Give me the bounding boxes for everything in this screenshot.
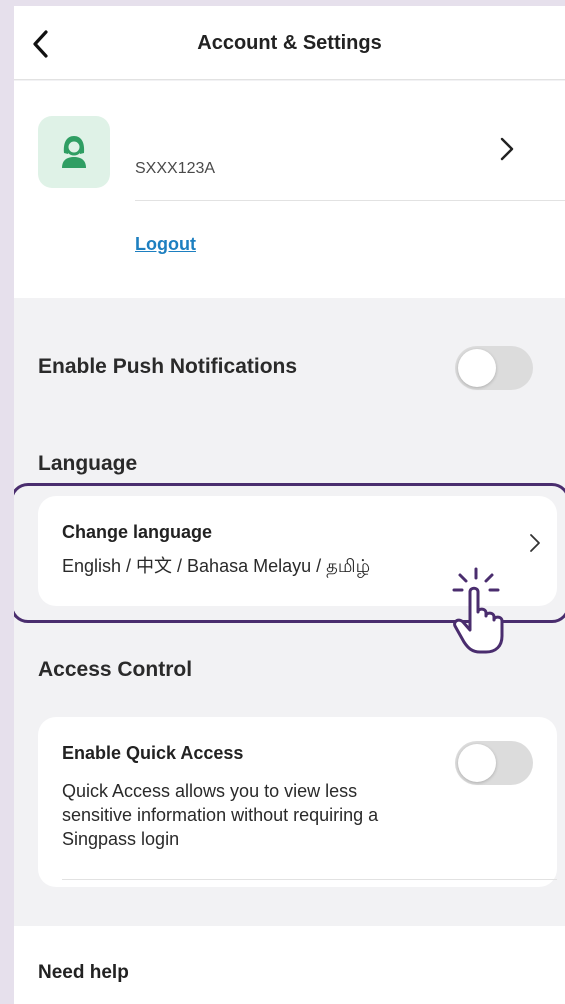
toggle-knob <box>458 349 496 387</box>
access-control-heading: Access Control <box>38 658 193 681</box>
logout-link[interactable]: Logout <box>135 234 196 255</box>
person-icon <box>62 136 86 168</box>
quick-access-toggle[interactable] <box>455 741 533 785</box>
change-language-title: Change language <box>62 522 213 542</box>
quick-access-title: Enable Quick Access <box>62 743 244 763</box>
settings-screen: Account & Settings SXXX123A Logout Enabl… <box>14 6 565 1004</box>
need-help-heading: Need help <box>38 962 129 983</box>
profile-id: SXXX123A <box>135 160 216 177</box>
language-heading: Language <box>38 452 138 475</box>
profile-divider <box>135 200 565 201</box>
quick-access-card: Enable Quick Access Quick Access allows … <box>38 717 557 887</box>
page-title: Account & Settings <box>197 32 382 54</box>
push-notifications-label: Enable Push Notifications <box>38 355 298 378</box>
push-notifications-toggle[interactable] <box>455 346 533 390</box>
quick-access-description: Quick Access allows you to view less sen… <box>62 781 379 849</box>
language-options: English / 中文 / Bahasa Melayu / தமிழ் <box>62 556 371 576</box>
header-bar: Account & Settings <box>14 6 565 80</box>
profile-section[interactable]: SXXX123A Logout <box>14 81 565 298</box>
access-divider <box>62 879 557 880</box>
chevron-right-icon <box>524 528 546 558</box>
chevron-right-icon <box>500 137 514 161</box>
avatar <box>38 116 110 188</box>
toggle-knob <box>458 744 496 782</box>
profile-open-button[interactable] <box>492 129 522 169</box>
change-language-card[interactable]: Change language English / 中文 / Bahasa Me… <box>38 496 557 606</box>
